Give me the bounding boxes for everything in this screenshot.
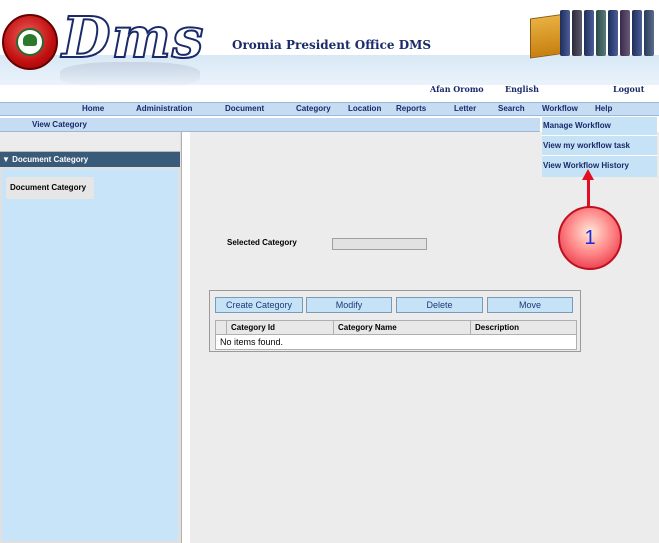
selected-category-label: Selected Category <box>227 238 297 247</box>
breadcrumb: View Category <box>0 118 540 132</box>
binder-2 <box>572 10 582 56</box>
table-header: Category Id Category Name Description <box>215 320 577 335</box>
app-header: Dms Oromia President Office DMS Afan Oro… <box>0 0 659 100</box>
sidebar: ▼ Document Category Document Category <box>0 132 182 543</box>
binder-5 <box>608 10 618 56</box>
menu-category[interactable]: Category <box>296 104 331 113</box>
sidebar-header-document-category[interactable]: ▼ Document Category <box>0 152 180 167</box>
menu-search[interactable]: Search <box>498 104 525 113</box>
binder-7 <box>632 10 642 56</box>
top-links: Afan Oromo English Logout <box>0 84 659 98</box>
table-select-column <box>216 321 226 334</box>
binder-6 <box>620 10 630 56</box>
logout-link[interactable]: Logout <box>613 84 644 94</box>
breadcrumb-view-category[interactable]: View Category <box>32 120 87 129</box>
column-category-name[interactable]: Category Name <box>333 321 471 334</box>
tree-node-document-category[interactable]: Document Category <box>6 177 94 199</box>
table-empty-message: No items found. <box>215 335 577 350</box>
tree-icon <box>23 34 37 46</box>
emblem-icon <box>2 14 58 70</box>
sidebar-top-bar <box>0 132 180 152</box>
menu-document[interactable]: Document <box>225 104 264 113</box>
menu-item-manage-workflow[interactable]: Manage Workflow <box>542 117 657 136</box>
sidebar-tree: Document Category <box>2 169 178 541</box>
menu-help[interactable]: Help <box>595 104 612 113</box>
category-panel: Create Category Modify Delete Move Categ… <box>209 290 581 352</box>
menu-home[interactable]: Home <box>82 104 104 113</box>
menu-location[interactable]: Location <box>348 104 381 113</box>
menu-item-view-my-workflow-task[interactable]: View my workflow task <box>542 137 657 156</box>
lang-english-link[interactable]: English <box>505 84 539 94</box>
emblem-inner <box>16 28 44 56</box>
selected-category-field[interactable] <box>332 238 427 250</box>
callout-badge: 1 <box>558 206 622 270</box>
binders-icon <box>530 6 658 59</box>
menu-workflow[interactable]: Workflow <box>542 104 578 113</box>
column-description[interactable]: Description <box>470 321 576 334</box>
create-category-button[interactable]: Create Category <box>215 297 303 313</box>
callout-arrow <box>587 178 590 208</box>
dms-logo: Dms <box>61 5 205 71</box>
menu-letter[interactable]: Letter <box>454 104 476 113</box>
binder-3 <box>584 10 594 56</box>
page-title: Oromia President Office DMS <box>232 38 432 52</box>
column-category-id[interactable]: Category Id <box>226 321 334 334</box>
menu-reports[interactable]: Reports <box>396 104 426 113</box>
menu-administration[interactable]: Administration <box>136 104 192 113</box>
main-menu: Home Administration Document Category Lo… <box>0 102 659 116</box>
delete-button[interactable]: Delete <box>396 297 483 313</box>
modify-button[interactable]: Modify <box>306 297 392 313</box>
menu-item-view-workflow-history[interactable]: View Workflow History <box>542 157 657 176</box>
binder-1 <box>560 10 570 56</box>
binder-4 <box>596 10 606 56</box>
move-button[interactable]: Move <box>487 297 573 313</box>
workflow-dropdown: Manage Workflow View my workflow task Vi… <box>542 117 657 177</box>
binder-8 <box>644 10 654 56</box>
lang-afan-oromo-link[interactable]: Afan Oromo <box>430 84 484 94</box>
